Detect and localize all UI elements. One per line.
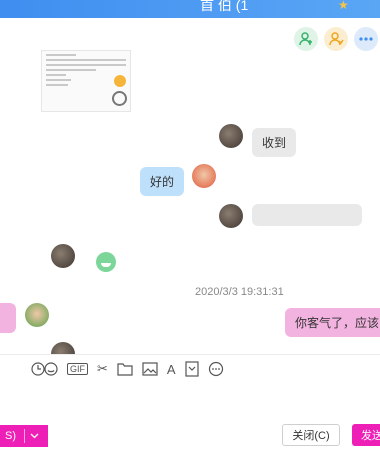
message-bubble: 好的 — [140, 167, 185, 196]
dropdown-separator — [24, 429, 25, 443]
more-circle-icon[interactable] — [208, 361, 224, 377]
send-mode-label: S) — [5, 430, 16, 442]
avatar[interactable] — [25, 303, 49, 327]
message-bubble-partial — [0, 303, 16, 333]
zoom-icon[interactable] — [112, 91, 127, 106]
screenshot-icon[interactable] — [184, 361, 199, 377]
emoji-sticker — [96, 252, 116, 272]
message-bubble: 收到 — [252, 128, 297, 157]
message-bubble — [252, 204, 362, 226]
close-button[interactable]: 关闭(C) — [282, 424, 340, 446]
chat-history[interactable]: 收到 好的 2020/3/3 19:31:31 你客气了，应该的 — [0, 44, 380, 354]
avatar[interactable] — [51, 244, 75, 268]
emoji-icon[interactable] — [30, 361, 58, 377]
input-divider — [0, 354, 380, 355]
badge-icon — [114, 75, 126, 87]
send-button[interactable]: 发送 — [352, 424, 380, 446]
gif-icon[interactable]: GIF — [67, 363, 88, 375]
document-thumbnail[interactable] — [41, 50, 131, 112]
scissors-icon[interactable]: ✂ — [97, 361, 108, 377]
input-toolbar: GIF ✂ A — [30, 361, 224, 377]
avatar[interactable] — [192, 164, 216, 188]
gif-label: GIF — [70, 364, 85, 374]
chevron-down-icon[interactable] — [30, 430, 39, 442]
image-icon[interactable] — [142, 361, 158, 377]
message-timestamp: 2020/3/3 19:31:31 — [195, 286, 284, 298]
folder-icon[interactable] — [117, 361, 133, 377]
font-icon[interactable]: A — [167, 361, 176, 377]
avatar[interactable] — [219, 124, 243, 148]
avatar[interactable] — [51, 342, 75, 354]
send-mode-dropdown[interactable]: S) — [0, 425, 48, 447]
avatar[interactable] — [219, 204, 243, 228]
message-bubble: 你客气了，应该的 — [285, 308, 380, 337]
window-title: 首 伯 (1 — [200, 0, 249, 13]
window-titlebar: 首 伯 (1 ★ — [0, 0, 380, 18]
star-icon: ★ — [338, 0, 349, 12]
font-label: A — [166, 361, 176, 377]
